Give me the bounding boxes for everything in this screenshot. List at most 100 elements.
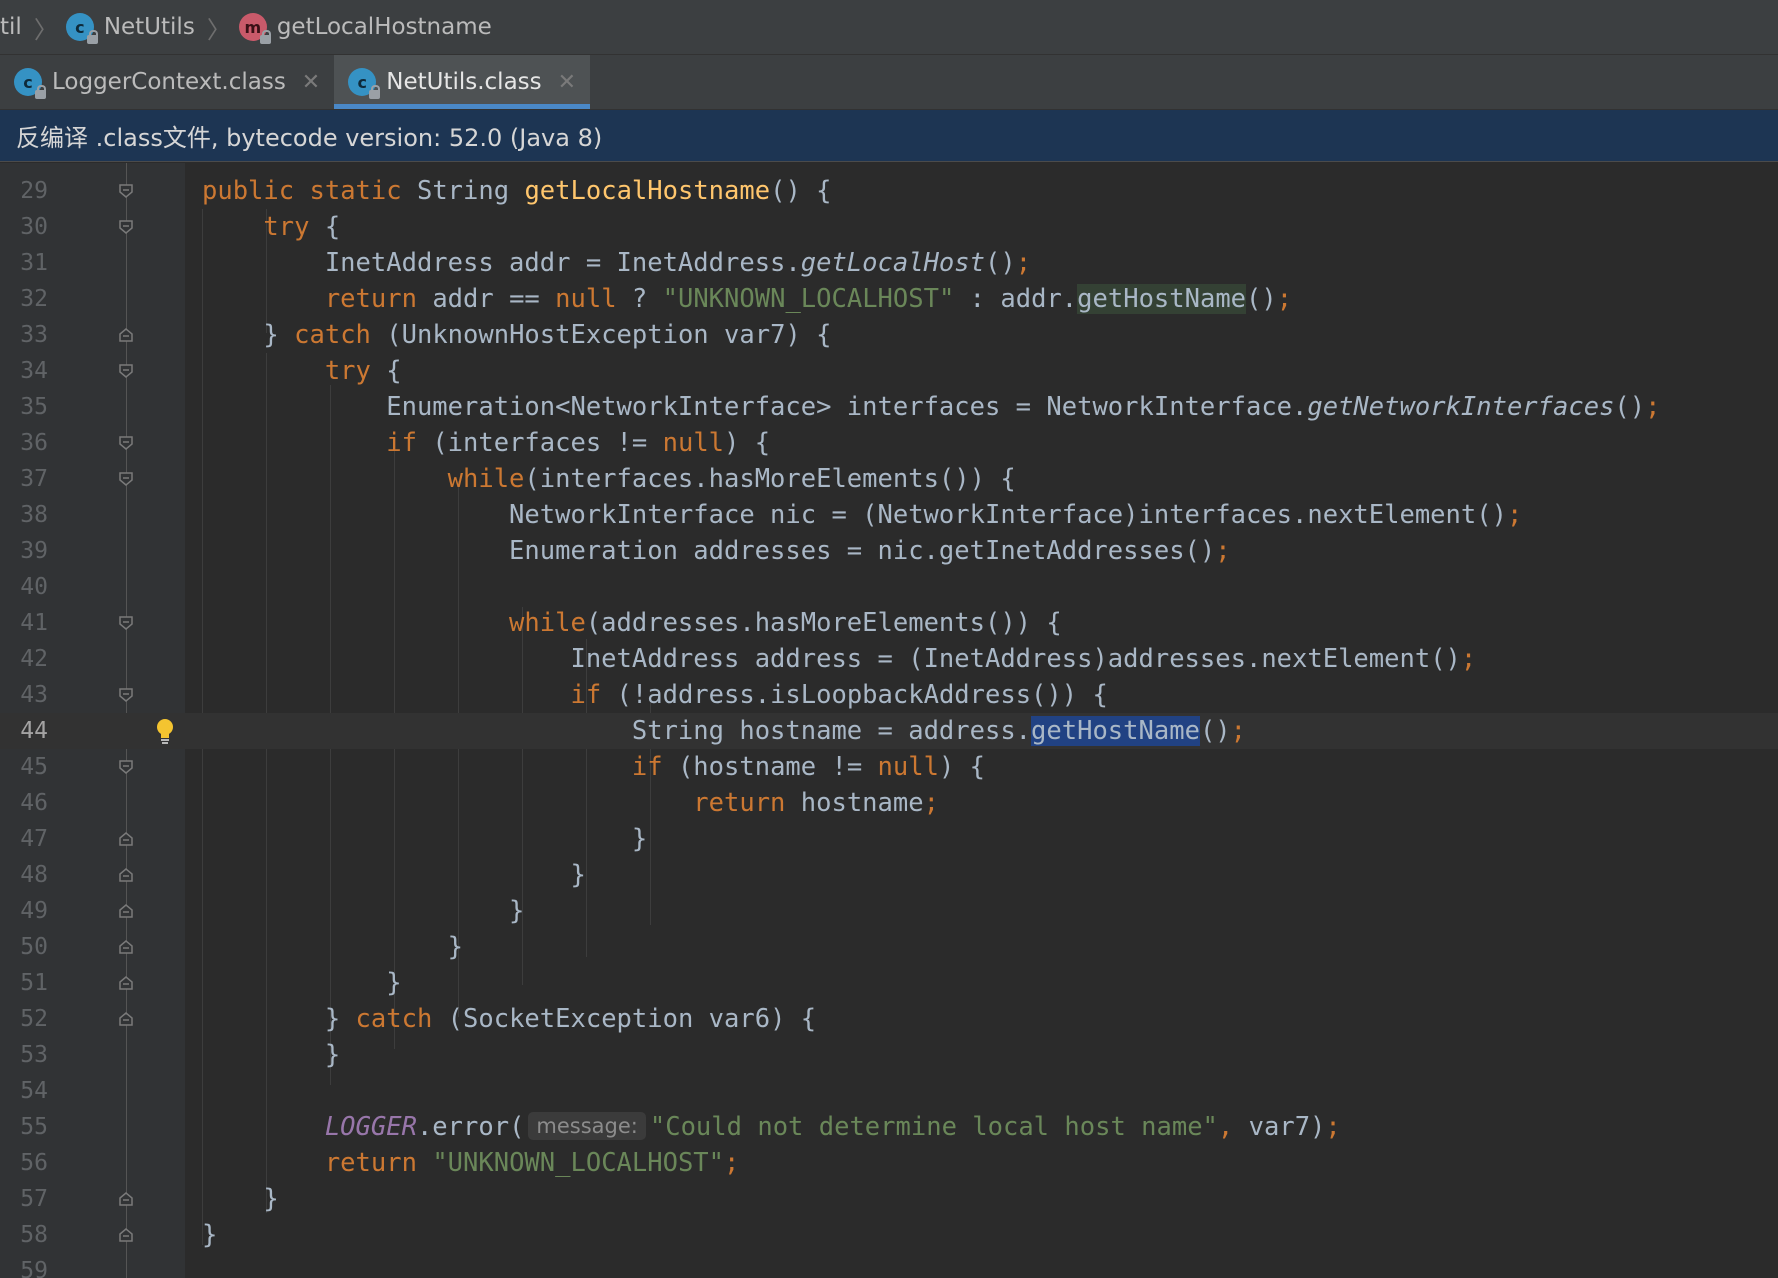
code-text: if (interfaces != null) { bbox=[386, 428, 771, 458]
breadcrumb-item-method[interactable]: m getLocalHostname bbox=[238, 13, 492, 44]
line-number: 53 bbox=[20, 1042, 48, 1068]
fold-close-icon[interactable] bbox=[118, 831, 134, 847]
code-text: if (hostname != null) { bbox=[631, 752, 986, 782]
line-number: 42 bbox=[20, 646, 48, 672]
fold-close-icon[interactable] bbox=[118, 1227, 134, 1243]
tab-loggercontext[interactable]: c LoggerContext.class ✕ bbox=[0, 55, 334, 109]
tab-netutils[interactable]: c NetUtils.class ✕ bbox=[334, 55, 591, 109]
line-number: 29 bbox=[20, 178, 48, 204]
line-number: 45 bbox=[20, 754, 48, 780]
code-line[interactable]: 30 try { bbox=[0, 209, 1778, 245]
code-text: } bbox=[570, 860, 586, 890]
line-number: 44 bbox=[20, 718, 48, 744]
code-line-current[interactable]: 44 String hostname = address.getHostName… bbox=[0, 713, 1778, 749]
code-line[interactable]: 50 } bbox=[0, 929, 1778, 965]
breadcrumb-label: til bbox=[0, 14, 22, 40]
fold-close-icon[interactable] bbox=[118, 1191, 134, 1207]
code-line[interactable]: 58 } bbox=[0, 1217, 1778, 1253]
parameter-hint: message: bbox=[528, 1112, 646, 1140]
fold-open-icon[interactable] bbox=[118, 363, 134, 379]
tab-label: NetUtils.class bbox=[386, 69, 542, 95]
code-line[interactable]: 53 } bbox=[0, 1037, 1778, 1073]
code-line[interactable]: 59 bbox=[0, 1253, 1778, 1278]
line-number: 36 bbox=[20, 430, 48, 456]
line-number: 54 bbox=[20, 1078, 48, 1104]
lightbulb-icon[interactable] bbox=[153, 717, 177, 745]
fold-close-icon[interactable] bbox=[118, 867, 134, 883]
editor-tab-bar: c LoggerContext.class ✕ c NetUtils.class… bbox=[0, 55, 1778, 110]
code-line[interactable]: 41 while(addresses.hasMoreElements()) { bbox=[0, 605, 1778, 641]
code-text: } bbox=[631, 824, 648, 854]
code-text: } bbox=[263, 1184, 279, 1214]
fold-close-icon[interactable] bbox=[118, 903, 134, 919]
code-line[interactable]: 31 InetAddress addr = InetAddress.getLoc… bbox=[0, 245, 1778, 281]
code-line[interactable]: 54 bbox=[0, 1073, 1778, 1109]
fold-close-icon[interactable] bbox=[118, 1011, 134, 1027]
fold-close-icon[interactable] bbox=[118, 975, 134, 991]
code-text: } catch (UnknownHostException var7) { bbox=[263, 320, 832, 350]
fold-close-icon[interactable] bbox=[118, 939, 134, 955]
breadcrumb-separator: 〉 bbox=[33, 15, 58, 44]
code-text: } bbox=[509, 896, 525, 926]
code-text: NetworkInterface nic = (NetworkInterface… bbox=[509, 500, 1523, 530]
code-line[interactable]: 49 } bbox=[0, 893, 1778, 929]
code-line[interactable]: 43 if (!address.isLoopbackAddress()) { bbox=[0, 677, 1778, 713]
code-line[interactable]: 45 if (hostname != null) { bbox=[0, 749, 1778, 785]
code-line[interactable]: 33 } catch (UnknownHostException var7) { bbox=[0, 317, 1778, 353]
code-line[interactable]: 38 NetworkInterface nic = (NetworkInterf… bbox=[0, 497, 1778, 533]
banner-text: 反编译 .class文件, bytecode version: 52.0 (Ja… bbox=[16, 124, 603, 152]
tab-label: LoggerContext.class bbox=[52, 69, 286, 95]
line-number: 47 bbox=[20, 826, 48, 852]
code-line[interactable]: 47 } bbox=[0, 821, 1778, 857]
code-line[interactable]: 42 InetAddress address = (InetAddress)ad… bbox=[0, 641, 1778, 677]
code-line[interactable]: 57 } bbox=[0, 1181, 1778, 1217]
breadcrumb-item-package[interactable]: til bbox=[0, 14, 22, 40]
class-icon: c bbox=[14, 68, 46, 99]
code-line[interactable]: 29 public static String getLocalHostname… bbox=[0, 173, 1778, 209]
code-line[interactable]: 55 LOGGER.error(message: "Could not deter… bbox=[0, 1109, 1778, 1145]
fold-open-icon[interactable] bbox=[118, 471, 134, 487]
line-number: 56 bbox=[20, 1150, 48, 1176]
code-line[interactable]: 37 while(interfaces.hasMoreElements()) { bbox=[0, 461, 1778, 497]
code-line[interactable]: 35 Enumeration<NetworkInterface> interfa… bbox=[0, 389, 1778, 425]
line-number: 37 bbox=[20, 466, 48, 492]
line-number: 32 bbox=[20, 286, 48, 312]
code-line[interactable]: 51 } bbox=[0, 965, 1778, 1001]
code-text: String hostname = address.getHostName(); bbox=[631, 716, 1247, 746]
line-number: 39 bbox=[20, 538, 48, 564]
fold-open-icon[interactable] bbox=[118, 615, 134, 631]
breadcrumb-label: getLocalHostname bbox=[276, 14, 492, 40]
code-text: } bbox=[447, 932, 463, 962]
close-icon[interactable]: ✕ bbox=[302, 70, 320, 95]
code-line[interactable]: 52 } catch (SocketException var6) { bbox=[0, 1001, 1778, 1037]
code-editor[interactable]: 29 public static String getLocalHostname… bbox=[0, 163, 1778, 1278]
breadcrumb-item-class[interactable]: c NetUtils bbox=[65, 13, 195, 44]
code-line[interactable]: 32 return addr == null ? "UNKNOWN_LOCALH… bbox=[0, 281, 1778, 317]
fold-open-icon[interactable] bbox=[118, 435, 134, 451]
fold-open-icon[interactable] bbox=[118, 219, 134, 235]
line-number: 55 bbox=[20, 1114, 48, 1140]
fold-open-icon[interactable] bbox=[118, 759, 134, 775]
fold-open-icon[interactable] bbox=[118, 687, 134, 703]
code-text: if (!address.isLoopbackAddress()) { bbox=[570, 680, 1108, 710]
breadcrumb-label: NetUtils bbox=[103, 14, 195, 40]
code-line[interactable]: 40 bbox=[0, 569, 1778, 605]
class-icon: c bbox=[348, 68, 381, 99]
code-text: } catch (SocketException var6) { bbox=[324, 1004, 817, 1034]
code-line[interactable]: 46 return hostname; bbox=[0, 785, 1778, 821]
line-number: 41 bbox=[20, 610, 48, 636]
close-icon[interactable]: ✕ bbox=[558, 70, 576, 95]
line-number: 31 bbox=[20, 250, 48, 276]
code-line[interactable]: 36 if (interfaces != null) { bbox=[0, 425, 1778, 461]
fold-close-icon[interactable] bbox=[118, 327, 134, 343]
line-number: 35 bbox=[20, 394, 48, 420]
code-line[interactable]: 56 return "UNKNOWN_LOCALHOST"; bbox=[0, 1145, 1778, 1181]
method-icon: m bbox=[238, 13, 271, 44]
line-number: 43 bbox=[20, 682, 48, 708]
code-line[interactable]: 34 try { bbox=[0, 353, 1778, 389]
decompiled-banner: 反编译 .class文件, bytecode version: 52.0 (Ja… bbox=[0, 110, 1778, 162]
code-line[interactable]: 48 } bbox=[0, 857, 1778, 893]
fold-open-icon[interactable] bbox=[118, 183, 134, 199]
code-text: LOGGER.error(message: "Could not determin… bbox=[324, 1112, 1341, 1142]
code-line[interactable]: 39 Enumeration addresses = nic.getInetAd… bbox=[0, 533, 1778, 569]
